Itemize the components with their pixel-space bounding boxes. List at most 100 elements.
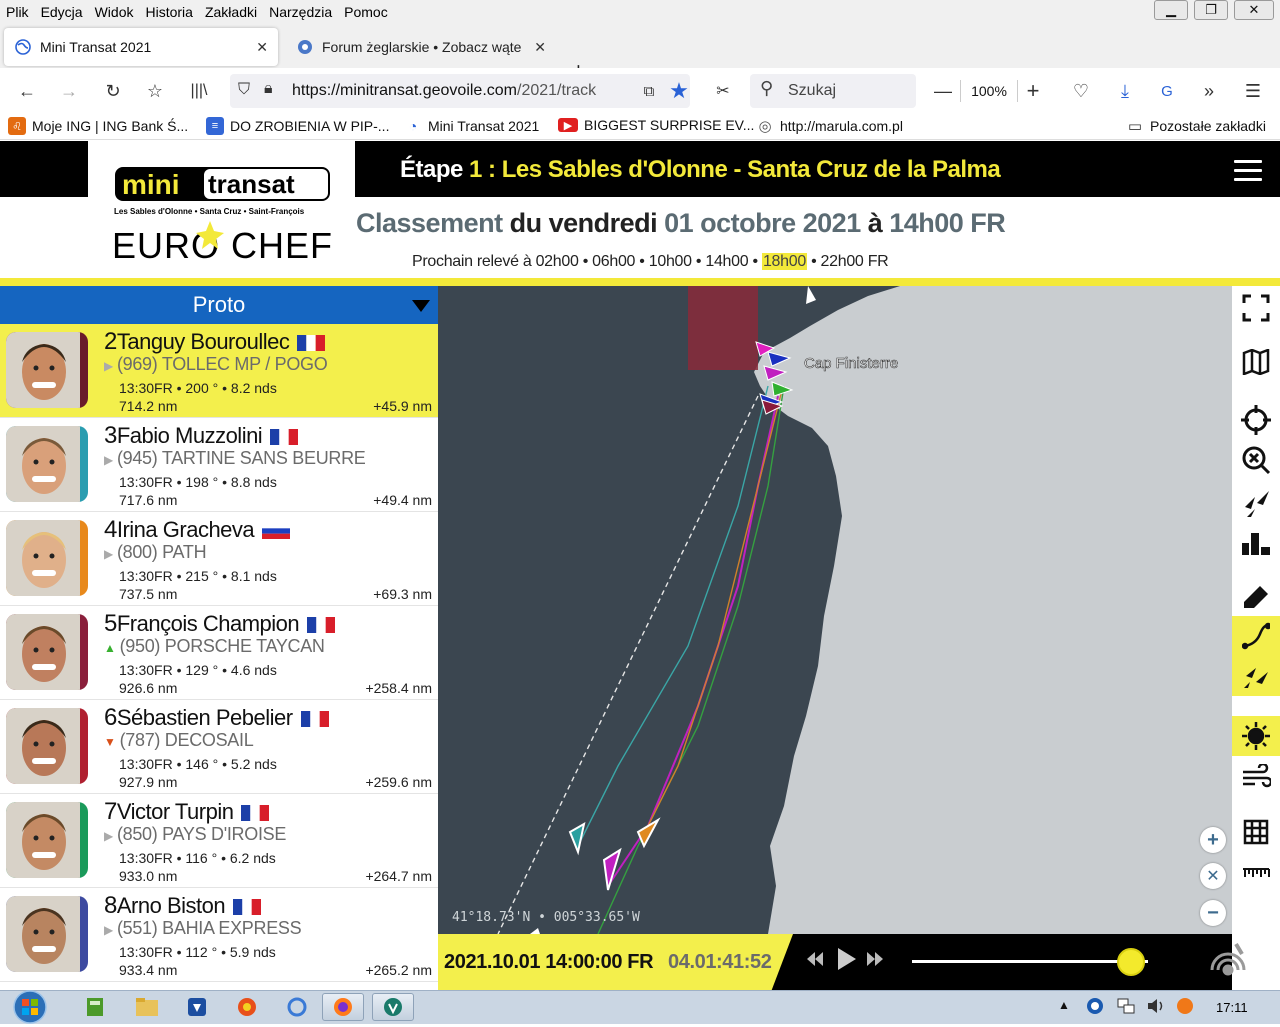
close-window-button[interactable]: ✕ (1234, 0, 1274, 20)
taskbar-app-paint-icon[interactable] (226, 993, 268, 1021)
site-menu-icon[interactable] (1234, 160, 1262, 182)
france-flag-icon (241, 805, 270, 822)
menu-widok[interactable]: Widok (89, 4, 140, 20)
timeline-slider[interactable] (912, 960, 1148, 963)
menu-zakladki[interactable]: Zakładki (199, 4, 263, 20)
zoom-search-icon[interactable] (1232, 440, 1280, 480)
close-tab-icon[interactable]: ✕ (256, 39, 268, 56)
tracks-toggle-icon[interactable] (1232, 616, 1280, 656)
menu-pomoc[interactable]: Pomoc (338, 4, 394, 20)
fleet-boats-icon[interactable] (1232, 482, 1280, 522)
bookmark-do-zrobienia[interactable]: ≡ DO ZROBIENIA W PIP-... (206, 117, 389, 135)
zoom-level[interactable]: 100% (960, 80, 1018, 102)
overflow-chevron-icon[interactable]: » (1196, 78, 1222, 104)
crosshair-icon[interactable] (1232, 400, 1280, 440)
tab-forum[interactable]: Forum żeglarskie • Zobacz wąte ✕ (286, 28, 556, 66)
rewind-icon[interactable] (806, 950, 824, 971)
stage-route: Les Sables d'Olonne - Santa Cruz de la P… (495, 156, 1001, 183)
trend-arrow-icon: ▶ (104, 547, 113, 561)
grid-icon[interactable] (1232, 812, 1280, 852)
library-icon[interactable]: |||\ (186, 78, 212, 104)
ranking-row[interactable]: 4Irina Gracheva ▶ (800) PATH 13:30FR • 215 … (0, 512, 438, 606)
pocket-icon[interactable]: ♡ (1068, 78, 1094, 104)
tray-ccleaner-icon[interactable] (1086, 997, 1104, 1018)
trend-arrow-icon: ▶ (104, 923, 113, 937)
ranking-row[interactable]: 5François Champion ▲ (950) PORSCHE TAYCAN 1… (0, 606, 438, 700)
close-tab-icon[interactable]: ✕ (534, 39, 546, 56)
play-icon[interactable] (836, 946, 858, 975)
boat-stats: 13:30FR • 215 ° • 8.1 nds (119, 568, 277, 584)
lock-icon[interactable]: 🔒︎ (264, 80, 273, 98)
hamburger-menu-icon[interactable]: ☰ (1240, 78, 1266, 104)
eraser-icon[interactable] (1232, 578, 1280, 618)
zoom-out-icon[interactable]: — (930, 78, 956, 104)
boat-trails-icon[interactable] (1232, 656, 1280, 696)
ranking-row[interactable]: 2Tanguy Bouroullec ▶ (969) TOLLEC MP / POG… (0, 324, 438, 418)
ruler-icon[interactable] (1232, 854, 1280, 894)
other-bookmarks-label: Pozostałe zakładki (1150, 118, 1266, 134)
restore-window-button[interactable]: ❐ (1194, 0, 1228, 20)
skipper-name: 7Victor Turpin (104, 798, 270, 826)
screenshot-icon[interactable]: ✂ (710, 78, 736, 104)
distance-to-leader: +69.3 nm (373, 586, 432, 602)
ranking-row[interactable]: 3Fabio Muzzolini ▶ (945) TARTINE SANS BEUR… (0, 418, 438, 512)
forward-icon[interactable]: → (56, 78, 82, 104)
taskbar-app-explorer-icon[interactable] (126, 993, 168, 1021)
track-orange (647, 385, 784, 827)
folder-icon: ▭ (1126, 117, 1144, 135)
back-icon[interactable]: ← (14, 78, 40, 104)
zoom-in-button[interactable]: + (1200, 827, 1226, 853)
windows-start-icon[interactable] (10, 990, 56, 1024)
report-time: 02h00 (535, 253, 579, 270)
bookmark-star-icon[interactable]: ★ (666, 78, 692, 104)
ranking-row[interactable]: 6Sébastien Pebelier ▼ (787) DECOSAIL 13:30F… (0, 700, 438, 794)
bookmark-mini-transat[interactable]: ◔ Mini Transat 2021 (404, 117, 539, 135)
downloads-icon[interactable]: ⤓ (1112, 78, 1138, 104)
other-bookmarks[interactable]: ▭ Pozostałe zakładki (1126, 117, 1266, 135)
taskbar-clock[interactable]: 17:11 (1216, 1000, 1248, 1015)
menu-plik[interactable]: Plik (0, 4, 35, 20)
minimize-window-button[interactable]: ▁ (1154, 0, 1188, 20)
bookmark-youtube[interactable]: ▶ BIGGEST SURPRISE EV... (558, 117, 754, 133)
ranking-row[interactable]: 8Arno Biston ▶ (551) BAHIA EXPRESS 13:30FR … (0, 888, 438, 982)
weather-icon[interactable] (1232, 716, 1280, 756)
bookmark-marula[interactable]: ◎ http://marula.com.pl (756, 117, 903, 135)
track-green (597, 385, 785, 934)
shield-icon[interactable]: ⛉ (238, 81, 250, 99)
bookmark-ing[interactable]: ♌ Moje ING | ING Bank Ś... (8, 117, 188, 135)
taskbar-app-firefox-icon[interactable] (322, 993, 364, 1021)
dropdown-arrow-icon[interactable] (412, 300, 430, 312)
fullscreen-icon[interactable] (1232, 288, 1280, 328)
url-bar[interactable]: ⛉ 🔒︎ https://minitransat.geovoile.com/20… (230, 74, 690, 108)
taskbar-app-vpn-icon[interactable] (176, 993, 218, 1021)
reload-icon[interactable]: ↻ (100, 78, 126, 104)
wind-icon[interactable] (1232, 756, 1280, 796)
search-input[interactable]: ⚲ Szukaj (750, 74, 916, 108)
taskbar-app-sync-icon[interactable] (276, 993, 318, 1021)
fast-forward-icon[interactable] (866, 950, 884, 971)
tray-avast-icon[interactable] (1176, 997, 1194, 1018)
translate-extension-icon[interactable]: G (1154, 78, 1180, 104)
taskbar-app-vpn-active-icon[interactable] (372, 993, 414, 1021)
category-selector[interactable]: Proto (0, 286, 438, 324)
menu-narzedzia[interactable]: Narzędzia (263, 4, 338, 20)
menu-historia[interactable]: Historia (140, 4, 199, 20)
mini-transat-logo[interactable]: mini transat Les Sables d'Olonne • Santa… (88, 141, 355, 279)
ranking-chart-icon[interactable] (1232, 524, 1280, 564)
menu-edycja[interactable]: Edycja (35, 4, 89, 20)
category-label: Proto (192, 292, 246, 317)
skipper-avatar (6, 426, 88, 502)
tab-mini-transat[interactable]: Mini Transat 2021 ✕ (4, 28, 278, 66)
map-layers-icon[interactable] (1232, 342, 1280, 382)
taskbar-app-calculator-icon[interactable] (74, 993, 116, 1021)
translate-icon[interactable]: ⧉ (636, 78, 662, 104)
zoom-out-button[interactable]: − (1200, 900, 1226, 926)
race-map[interactable]: Cap Finisterre (438, 286, 1232, 934)
tray-volume-icon[interactable] (1146, 997, 1166, 1018)
tray-expand-icon[interactable]: ▲ (1058, 998, 1070, 1012)
zoom-reset-button[interactable]: ✕ (1200, 863, 1226, 889)
home-icon[interactable]: ☆ (142, 78, 168, 104)
zoom-in-icon[interactable]: + (1020, 78, 1046, 104)
ranking-row[interactable]: 7Victor Turpin ▶ (850) PAYS D'IROISE 13:30F… (0, 794, 438, 888)
tray-network-icon[interactable] (1116, 997, 1136, 1018)
